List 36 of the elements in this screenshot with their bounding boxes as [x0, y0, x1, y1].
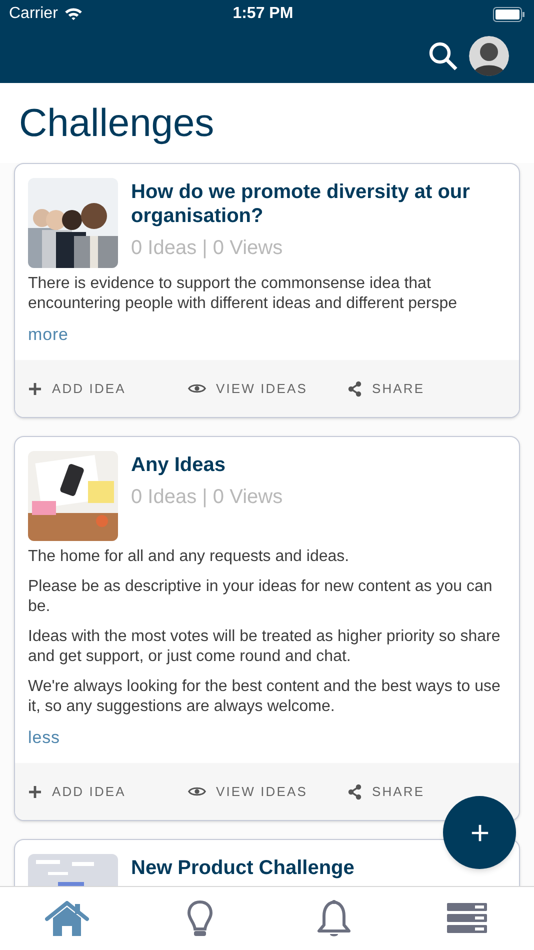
eye-icon — [188, 785, 206, 798]
home-icon — [44, 900, 89, 936]
challenge-description: Ideas with the most votes will be treated as higher priority so share and get support, or just come round and chat. — [28, 627, 502, 667]
challenge-description: The home for all and any requests and ideas. — [28, 547, 350, 567]
challenge-stats: 0 Ideas | 0 Views — [131, 236, 284, 261]
page-title: Challenges — [0, 83, 534, 163]
share-button[interactable]: SHARE — [348, 378, 425, 398]
search-button[interactable] — [427, 40, 459, 72]
avatar[interactable] — [469, 36, 509, 76]
toggle-link[interactable]: less — [28, 727, 60, 749]
add-idea-button[interactable]: ADD IDEA — [28, 782, 188, 802]
challenge-title[interactable]: Any Ideas — [131, 453, 283, 477]
carrier-label: Carrier — [9, 4, 58, 24]
plus-icon — [470, 824, 488, 842]
bell-icon — [316, 898, 352, 938]
plus-icon — [28, 784, 42, 798]
share-button[interactable]: SHARE — [348, 782, 425, 802]
challenge-description: Please be as descriptive in your ideas for new content as you can be. — [28, 577, 494, 617]
plus-icon — [28, 382, 42, 396]
lightbulb-icon — [186, 898, 214, 938]
add-idea-button[interactable]: ADD IDEA — [28, 378, 188, 398]
challenge-stats: 0 Ideas | 0 Views — [131, 485, 283, 510]
wifi-icon — [64, 7, 83, 21]
share-icon — [348, 784, 362, 800]
eye-icon — [188, 382, 206, 395]
challenge-description: There is evidence to support the commonsense idea that encountering people with different ideas and different perspe — [28, 274, 458, 314]
toggle-link[interactable]: more — [28, 324, 68, 346]
server-list-icon — [447, 902, 488, 934]
battery-icon — [493, 6, 525, 22]
challenge-title[interactable]: How do we promote diversity at our organisation? — [131, 180, 506, 228]
share-icon — [348, 380, 362, 396]
view-ideas-button[interactable]: VIEW IDEAS — [188, 378, 348, 398]
challenge-title[interactable]: New Product Challenge — [131, 856, 354, 880]
status-time: 1:57 PM — [232, 4, 294, 24]
challenge-description: We're always looking for the best content and the best ways to use it, so any suggestions are always welcome. — [28, 677, 502, 717]
view-ideas-button[interactable]: VIEW IDEAS — [188, 782, 348, 802]
